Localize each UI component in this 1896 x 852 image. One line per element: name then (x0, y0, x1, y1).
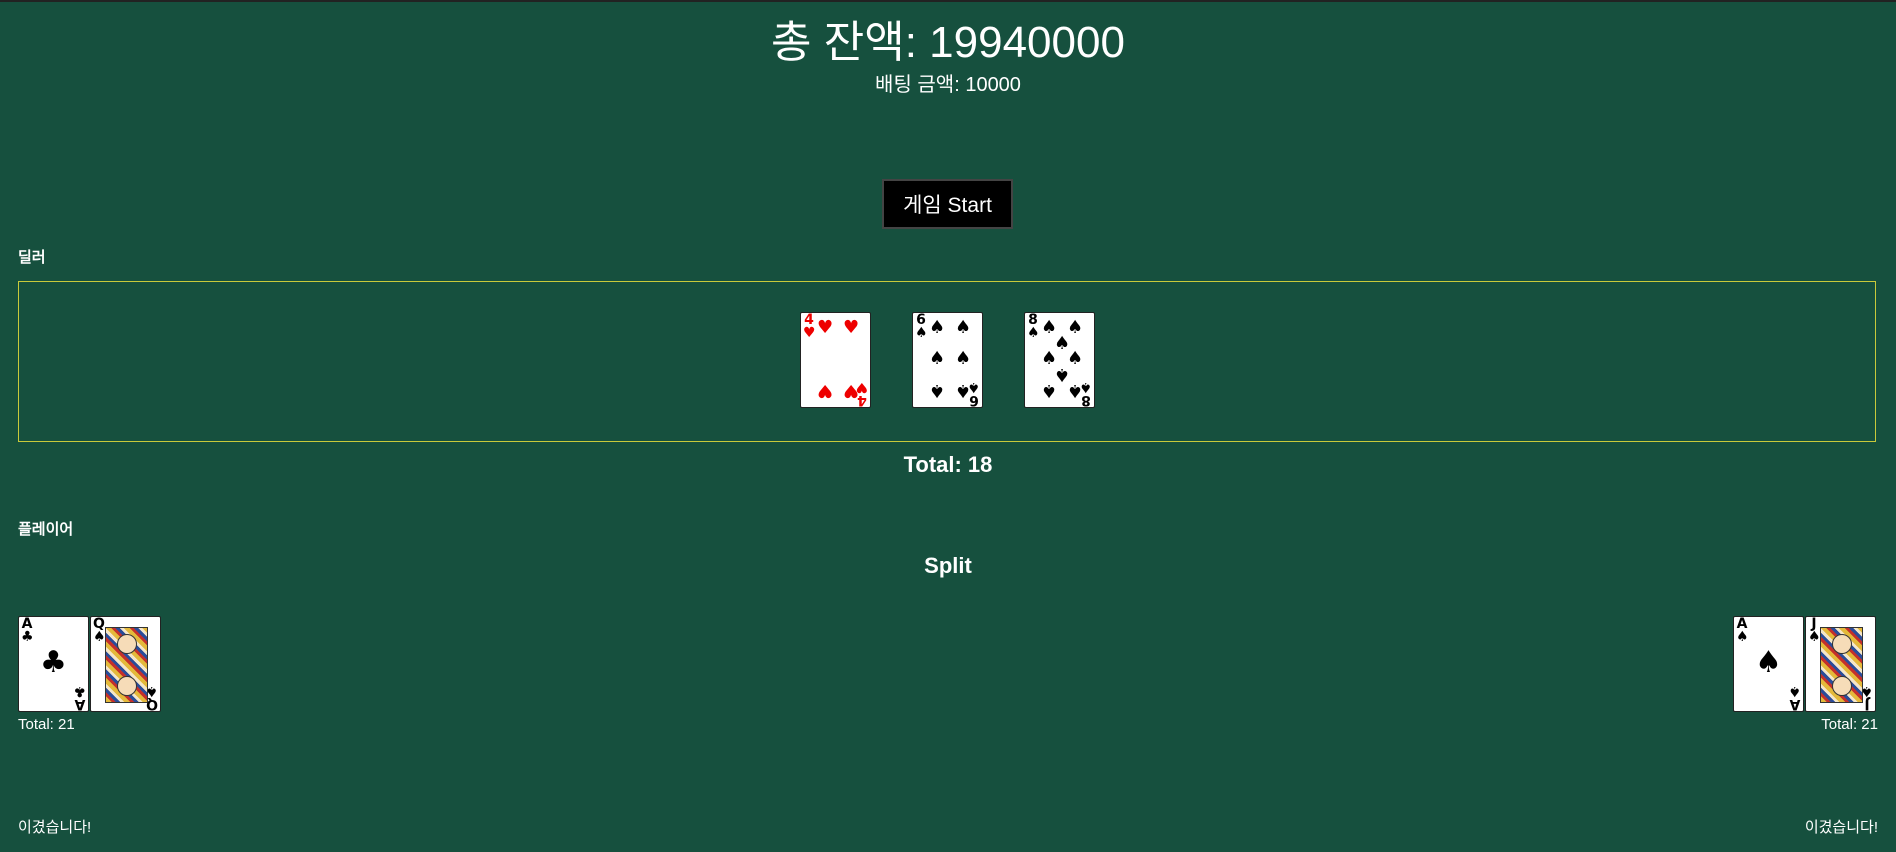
card-suit: ♠ (1860, 683, 1873, 699)
spade-icon: ♠ (929, 380, 946, 401)
player-card-ace-clubs: A ♣ ♣ A ♣ (18, 616, 89, 712)
total-balance: 총 잔액: 19940000 (771, 18, 1125, 67)
spade-icon: ♠ (955, 348, 972, 369)
card-suit: ♣ (73, 683, 86, 699)
hand-total: Total: 21 (1821, 716, 1878, 733)
dealer-card-2: 6 ♠ ♠ ♠ ♠ ♠ ♠ ♠ 6 ♠ (912, 312, 983, 408)
club-icon: ♣ (40, 645, 67, 680)
spade-icon: ♠ (955, 317, 972, 338)
queen-face-icon (105, 627, 148, 703)
dealer-label: 딜러 (18, 248, 46, 266)
player-label: 플레이어 (18, 520, 74, 538)
card-suit: ♥ (855, 379, 868, 395)
spade-icon: ♠ (1755, 645, 1782, 680)
player-card-queen-spades: Q ♠ Q ♠ (90, 616, 161, 712)
heart-icon: ♥ (817, 380, 834, 401)
player-card-ace-spades: A ♠ ♠ A ♠ (1733, 616, 1804, 712)
card-suit: ♠ (1027, 325, 1040, 341)
card-suit: ♠ (93, 629, 106, 645)
card-suit: ♠ (1808, 629, 1821, 645)
card-suit: ♥ (803, 325, 816, 341)
card-suit: ♠ (1079, 379, 1092, 395)
spade-icon: ♠ (1041, 380, 1058, 401)
card-suit: ♠ (145, 683, 158, 699)
card-suit: ♠ (1736, 629, 1749, 645)
jack-face-icon (1820, 627, 1863, 703)
game-start-button[interactable]: 게임 Start (882, 179, 1013, 229)
bet-amount: 배팅 금액: 10000 (875, 74, 1021, 96)
card-suit: ♠ (1788, 683, 1801, 699)
hand-result: 이겼습니다! (1804, 819, 1878, 836)
dealer-hand-area: 4 ♥ ♥ ♥ ♥ ♥ 4 ♥ 6 ♠ ♠ ♠ ♠ ♠ ♠ ♠ 6 ♠ 8 ♠ ♠ ♠ ♠… (18, 281, 1876, 442)
dealer-card-3: 8 ♠ ♠ ♠ ♠ ♠ ♠ ♠ ♠ ♠ 8 ♠ (1024, 312, 1095, 408)
dealer-card-1: 4 ♥ ♥ ♥ ♥ ♥ 4 ♥ (800, 312, 871, 408)
player-card-jack-spades: J ♠ J ♠ (1805, 616, 1876, 712)
card-suit: ♣ (21, 629, 34, 645)
dealer-total: Total: 18 (903, 452, 993, 477)
heart-icon: ♥ (843, 317, 860, 338)
card-suit: ♠ (915, 325, 928, 341)
spade-icon: ♠ (929, 317, 946, 338)
spade-icon: ♠ (929, 348, 946, 369)
hand-result: 이겼습니다! (18, 819, 92, 836)
heart-icon: ♥ (817, 317, 834, 338)
split-title: Split (924, 553, 972, 578)
card-suit: ♠ (967, 379, 980, 395)
hand-total: Total: 21 (18, 716, 75, 733)
